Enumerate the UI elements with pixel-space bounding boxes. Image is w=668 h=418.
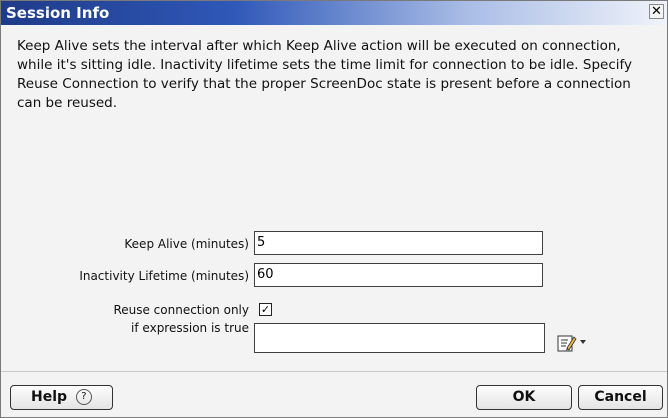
inactivity-lifetime-input[interactable]: 60 [254,263,543,287]
cancel-button[interactable]: Cancel [578,385,663,410]
help-button[interactable]: Help ? [10,385,113,410]
reuse-connection-checkbox[interactable]: ✓ [259,303,272,316]
keep-alive-input[interactable]: 5 [254,231,543,255]
checkmark-icon: ✓ [260,303,271,316]
edit-expression-icon[interactable] [557,333,577,353]
expression-label: if expression is true [131,321,249,335]
expression-input[interactable] [254,323,545,353]
keep-alive-label: Keep Alive (minutes) [124,237,249,251]
help-button-label: Help [31,389,68,405]
title-bar: Session Info ✕ [1,1,667,25]
dialog-title: Session Info [6,4,110,22]
ok-button[interactable]: OK [476,385,572,410]
help-icon: ? [75,389,92,405]
description-text: Keep Alive sets the interval after which… [17,38,633,111]
button-separator [1,371,667,372]
session-info-dialog: Session Info ✕ Keep Alive sets the inter… [0,0,668,418]
inactivity-lifetime-label: Inactivity Lifetime (minutes) [79,269,249,283]
dropdown-arrow-icon[interactable] [580,340,586,344]
close-icon[interactable]: ✕ [649,4,664,19]
reuse-connection-label: Reuse connection only [113,303,249,317]
